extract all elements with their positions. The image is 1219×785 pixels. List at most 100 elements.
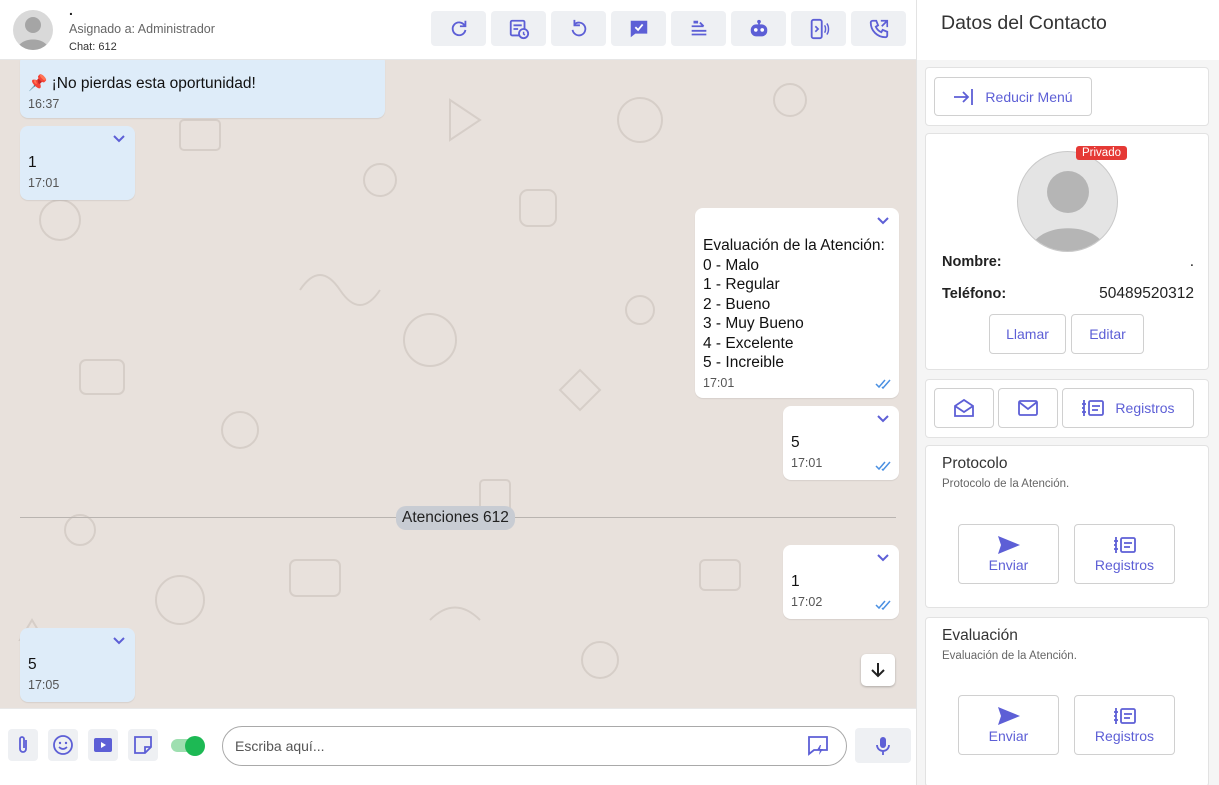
schedule-icon — [509, 19, 529, 39]
device-icon — [810, 18, 829, 39]
chevron-down-icon[interactable] — [876, 216, 890, 226]
reduce-menu-button[interactable]: Reducir Menú — [934, 77, 1092, 116]
message-text: 1 — [791, 573, 800, 590]
envelope-open-icon — [954, 398, 974, 417]
records-icon — [1082, 400, 1105, 416]
video-button[interactable] — [88, 729, 118, 761]
evaluation-card: Evaluación Evaluación de la Atención. En… — [925, 617, 1209, 785]
schedule-button[interactable] — [491, 11, 546, 46]
refresh-icon — [451, 20, 466, 36]
send-icon — [997, 707, 1020, 726]
message-text: Evaluación de la Atención: 0 - Malo 1 - … — [703, 237, 885, 371]
app: . Asignado a: Administrador Chat: 612 📌 … — [0, 0, 1219, 785]
scroll-down-button[interactable] — [861, 654, 895, 686]
signature-toggle[interactable] — [171, 736, 205, 756]
call-button[interactable] — [851, 11, 906, 46]
chat-id: Chat: 612 — [69, 41, 117, 53]
envelope-icon — [1018, 400, 1038, 416]
send-icon — [997, 536, 1020, 555]
sticker-icon — [134, 736, 152, 754]
private-badge: Privado — [1076, 146, 1127, 160]
message-text: 📌 ¡No pierdas esta oportunidad! — [28, 75, 256, 92]
sticker-button[interactable] — [128, 729, 158, 761]
contact-avatar-large — [1017, 151, 1118, 252]
protocol-subtitle: Protocolo de la Atención. — [942, 478, 1070, 490]
panel-header: Datos del Contacto — [917, 0, 1219, 60]
arrow-down-icon — [871, 663, 885, 678]
mail-button[interactable] — [998, 388, 1058, 428]
device-button[interactable] — [791, 11, 846, 46]
name-value: . — [1189, 253, 1194, 270]
microphone-icon — [876, 736, 890, 755]
resolve-icon — [630, 20, 647, 37]
message-list[interactable]: 📌 ¡No pierdas esta oportunidad! 16:37 1 … — [0, 60, 916, 708]
call-label: Llamar — [1006, 326, 1049, 342]
collapse-right-icon — [954, 88, 974, 105]
chevron-down-icon[interactable] — [876, 553, 890, 563]
refresh-button[interactable] — [431, 11, 486, 46]
transfer-icon — [691, 20, 706, 35]
attention-separator: Atenciones 612 — [396, 506, 515, 530]
protocol-title: Protocolo — [942, 455, 1008, 472]
message-time: 17:01 — [703, 375, 735, 390]
chevron-down-icon[interactable] — [112, 134, 126, 144]
protocol-send-label: Enviar — [988, 557, 1029, 573]
edit-label: Editar — [1089, 326, 1126, 342]
message-input[interactable] — [222, 726, 847, 766]
contact-avatar[interactable] — [13, 10, 53, 50]
double-check-icon — [875, 461, 891, 471]
transfer-button[interactable] — [671, 11, 726, 46]
message-bubble[interactable]: 📌 ¡No pierdas esta oportunidad! 16:37 — [20, 60, 385, 118]
resolve-button[interactable] — [611, 11, 666, 46]
message-bubble[interactable]: Evaluación de la Atención: 0 - Malo 1 - … — [695, 208, 899, 398]
message-time: 17:01 — [28, 175, 60, 190]
edit-contact-button[interactable]: Editar — [1071, 314, 1144, 354]
undo-button[interactable] — [551, 11, 606, 46]
microphone-button[interactable] — [855, 728, 911, 763]
evaluation-send-button[interactable]: Enviar — [958, 695, 1059, 755]
chat-header: . Asignado a: Administrador Chat: 612 — [0, 0, 916, 60]
protocol-records-button[interactable]: Registros — [1074, 524, 1175, 584]
message-time: 17:05 — [28, 677, 60, 692]
evaluation-subtitle: Evaluación de la Atención. — [942, 650, 1077, 662]
open-mail-button[interactable] — [934, 388, 994, 428]
evaluation-records-button[interactable]: Registros — [1074, 695, 1175, 755]
message-text: 5 — [791, 434, 800, 451]
attach-button[interactable] — [8, 729, 38, 761]
paperclip-icon — [19, 736, 27, 753]
bot-button[interactable] — [731, 11, 786, 46]
double-check-icon — [875, 379, 891, 389]
chevron-down-icon[interactable] — [112, 636, 126, 646]
evaluation-title: Evaluación — [942, 627, 1018, 644]
records-button[interactable]: Registros — [1062, 388, 1194, 428]
call-icon — [869, 19, 888, 38]
message-bubble[interactable]: 1 17:02 — [783, 545, 899, 619]
reduce-menu-card: Reducir Menú — [925, 67, 1209, 126]
message-bubble[interactable]: 5 17:05 — [20, 628, 135, 702]
double-check-icon — [875, 600, 891, 610]
reduce-menu-label: Reducir Menú — [985, 88, 1073, 105]
message-time: 16:37 — [28, 96, 60, 111]
chat-toolbar — [431, 11, 906, 46]
message-text: 1 — [28, 154, 37, 171]
phone-label: Teléfono: — [942, 286, 1007, 302]
records-icon — [1113, 708, 1136, 724]
assigned-label: Asignado a: Administrador — [69, 22, 215, 36]
phone-value: 50489520312 — [1099, 285, 1194, 302]
message-bubble[interactable]: 1 17:01 — [20, 126, 135, 200]
evaluation-send-label: Enviar — [988, 728, 1029, 744]
message-text: 5 — [28, 656, 37, 673]
protocol-send-button[interactable]: Enviar — [958, 524, 1059, 584]
quick-reply-icon[interactable] — [806, 734, 830, 758]
records-label: Registros — [1115, 400, 1175, 416]
protocol-card: Protocolo Protocolo de la Atención. Envi… — [925, 445, 1209, 608]
actions-card: Registros — [925, 379, 1209, 438]
evaluation-records-label: Registros — [1094, 728, 1155, 744]
contact-panel: Datos del Contacto Reducir Menú Privado … — [916, 0, 1219, 785]
call-contact-button[interactable]: Llamar — [989, 314, 1066, 354]
emoji-button[interactable] — [48, 729, 78, 761]
message-bubble[interactable]: 5 17:01 — [783, 406, 899, 480]
emoji-icon — [53, 735, 73, 755]
protocol-records-label: Registros — [1094, 557, 1155, 573]
chevron-down-icon[interactable] — [876, 414, 890, 424]
